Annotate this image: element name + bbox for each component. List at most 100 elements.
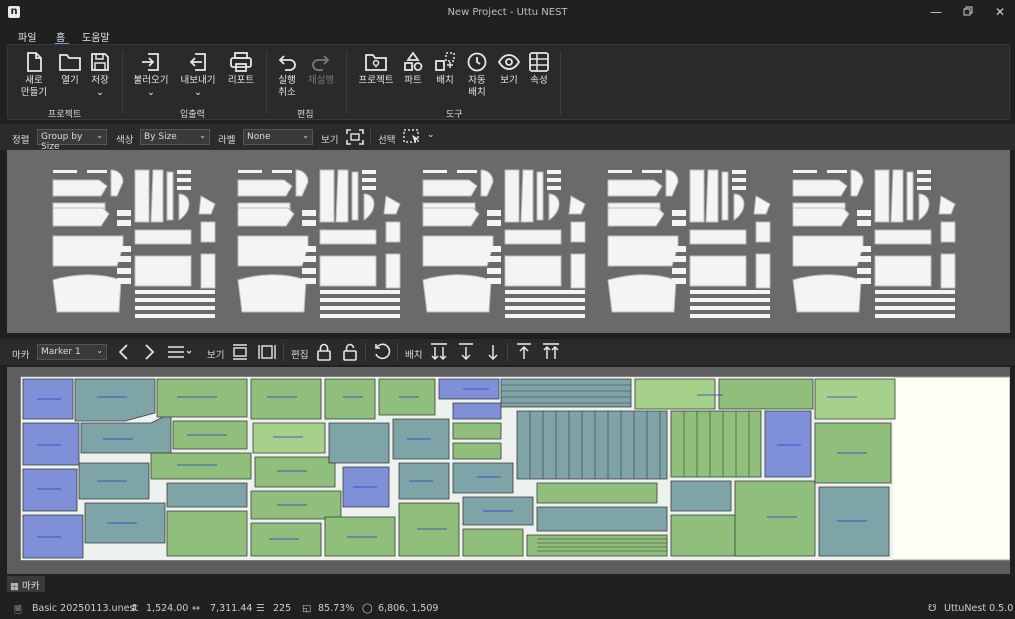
menu-icon[interactable] bbox=[167, 344, 193, 360]
sort-label: 정렬 bbox=[12, 135, 30, 146]
fit-height-icon[interactable] bbox=[232, 344, 248, 360]
status-version: UttuNest 0.5.0 bbox=[944, 603, 1014, 614]
efficiency-icon: ◱ bbox=[302, 603, 311, 614]
label-select[interactable]: None ⌄ bbox=[243, 129, 313, 145]
window-title: New Project - Uttu NEST bbox=[447, 7, 568, 18]
redo-icon bbox=[312, 55, 330, 71]
layout-label: 배치 bbox=[405, 350, 423, 361]
menu-bar: 파일 홈 도움말 bbox=[0, 26, 1015, 45]
status-coords: 6,806, 1,509 bbox=[378, 603, 439, 614]
undo-button[interactable]: 실행 취소 bbox=[274, 51, 300, 99]
divider bbox=[283, 343, 284, 361]
report-button[interactable]: 리포트 bbox=[226, 51, 256, 87]
view-label: 보기 bbox=[207, 350, 225, 361]
previous-icon[interactable] bbox=[117, 343, 131, 361]
minimize-button[interactable]: — bbox=[928, 5, 944, 19]
status-efficiency: 85.73% bbox=[318, 603, 355, 614]
marker-toolbar: 마카 Marker 1 ⌄ 보기 편집 배치 bbox=[0, 339, 1015, 365]
move-down-icon[interactable] bbox=[457, 343, 475, 361]
divider bbox=[507, 343, 508, 361]
selection-icon[interactable] bbox=[403, 129, 421, 145]
color-select[interactable]: By Size ⌄ bbox=[140, 129, 210, 145]
status-bar: 🗎 Basic 20250113.unest ↕ 1,524.00 ↔ 7,31… bbox=[0, 598, 1015, 618]
fit-view-icon[interactable] bbox=[346, 129, 364, 145]
chevron-down-icon: ⌄ bbox=[96, 131, 103, 140]
menu-help[interactable]: 도움말 bbox=[82, 29, 110, 44]
grid-icon: ▦ bbox=[10, 581, 19, 592]
part-button[interactable]: 파트 bbox=[400, 51, 426, 87]
mouse-icon: ◯ bbox=[362, 603, 373, 614]
view-label: 보기 bbox=[321, 135, 339, 146]
folder-icon bbox=[59, 54, 81, 71]
unlock-icon[interactable] bbox=[342, 343, 358, 361]
menu-home[interactable]: 홈 bbox=[56, 29, 65, 44]
properties-button[interactable]: 속성 bbox=[526, 51, 552, 87]
lock-icon[interactable] bbox=[316, 343, 332, 361]
parts-preview bbox=[7, 150, 1010, 333]
sort-select[interactable]: Group by Size ⌄ bbox=[37, 129, 107, 152]
color-label: 색상 bbox=[116, 135, 134, 146]
divider bbox=[397, 343, 398, 361]
preview-toolbar: 정렬 Group by Size ⌄ 색상 By Size ⌄ 라벨 None ⌄ 보… bbox=[0, 124, 1015, 152]
shapes-icon bbox=[404, 51, 423, 71]
chevron-down-icon: ⌄ bbox=[96, 87, 104, 98]
chevron-down-icon: ⌄ bbox=[96, 346, 103, 355]
group-label-tools: 도구 bbox=[446, 110, 463, 120]
tag-icon: ☋ bbox=[928, 603, 937, 614]
export-button[interactable]: 내보내기 ⌄ bbox=[178, 51, 218, 99]
status-file: Basic 20250113.unest bbox=[32, 603, 139, 614]
next-icon[interactable] bbox=[142, 343, 156, 361]
menu-file[interactable]: 파일 bbox=[18, 29, 36, 44]
group-divider bbox=[266, 51, 267, 115]
export-icon bbox=[189, 53, 206, 71]
divider bbox=[370, 128, 371, 146]
redo-button[interactable]: 재실행 bbox=[306, 51, 336, 87]
printer-icon bbox=[230, 52, 252, 72]
fit-width-icon[interactable] bbox=[258, 344, 276, 360]
move-down-all-icon[interactable] bbox=[430, 343, 448, 361]
import-icon bbox=[142, 53, 159, 71]
marker-canvas[interactable] bbox=[7, 367, 1011, 574]
parts-preview-canvas[interactable] bbox=[7, 150, 1010, 333]
tab-marker[interactable]: ▦ 마카 bbox=[7, 576, 45, 592]
group-divider bbox=[560, 51, 561, 115]
group-label-edit: 편집 bbox=[297, 110, 314, 120]
marker-select[interactable]: Marker 1 ⌄ bbox=[37, 344, 107, 360]
project-folder-icon bbox=[365, 54, 387, 71]
import-button[interactable]: 불러오기 ⌄ bbox=[130, 51, 172, 99]
chevron-down-icon: ⌄ bbox=[199, 131, 206, 140]
restore-icon bbox=[963, 6, 973, 16]
auto-layout-button[interactable]: 자동 배치 bbox=[464, 51, 490, 99]
close-button[interactable]: ✕ bbox=[992, 5, 1008, 19]
undo-icon bbox=[278, 55, 296, 71]
save-button[interactable]: 저장 ⌄ bbox=[88, 51, 112, 99]
new-project-button[interactable]: 새로 만들기 bbox=[20, 51, 48, 99]
maximize-button[interactable] bbox=[960, 5, 976, 19]
chevron-down-icon: ⌄ bbox=[194, 87, 202, 98]
table-icon bbox=[529, 52, 549, 72]
label-label: 라벨 bbox=[218, 135, 236, 146]
rotate-icon[interactable] bbox=[373, 343, 391, 361]
move-up-icon[interactable] bbox=[515, 343, 533, 361]
group-divider bbox=[122, 51, 123, 115]
project-tool-button[interactable]: 프로젝트 bbox=[356, 51, 396, 87]
status-length: 7,311.44 bbox=[210, 603, 253, 614]
divider bbox=[365, 343, 366, 361]
open-button[interactable]: 열기 bbox=[56, 51, 84, 87]
arrow-down-icon[interactable] bbox=[484, 343, 502, 361]
status-count: 225 bbox=[273, 603, 292, 614]
title-bar: n New Project - Uttu NEST — ✕ bbox=[0, 0, 1015, 26]
move-up-all-icon[interactable] bbox=[542, 343, 560, 361]
clock-icon bbox=[467, 52, 487, 72]
chevron-down-icon: ⌄ bbox=[147, 87, 155, 98]
length-icon: ↔ bbox=[192, 603, 200, 614]
new-file-icon bbox=[27, 52, 42, 72]
file-icon: 🗎 bbox=[14, 605, 22, 616]
marker-canvas-area bbox=[7, 367, 1011, 574]
chevron-down-icon[interactable]: ⌄ bbox=[427, 130, 435, 140]
view-button[interactable]: 보기 bbox=[496, 51, 522, 87]
group-label-project: 프로젝트 bbox=[48, 110, 82, 120]
pieces-icon: ☰ bbox=[256, 603, 265, 614]
layout-icon bbox=[435, 52, 455, 71]
layout-button[interactable]: 배치 bbox=[432, 51, 458, 87]
